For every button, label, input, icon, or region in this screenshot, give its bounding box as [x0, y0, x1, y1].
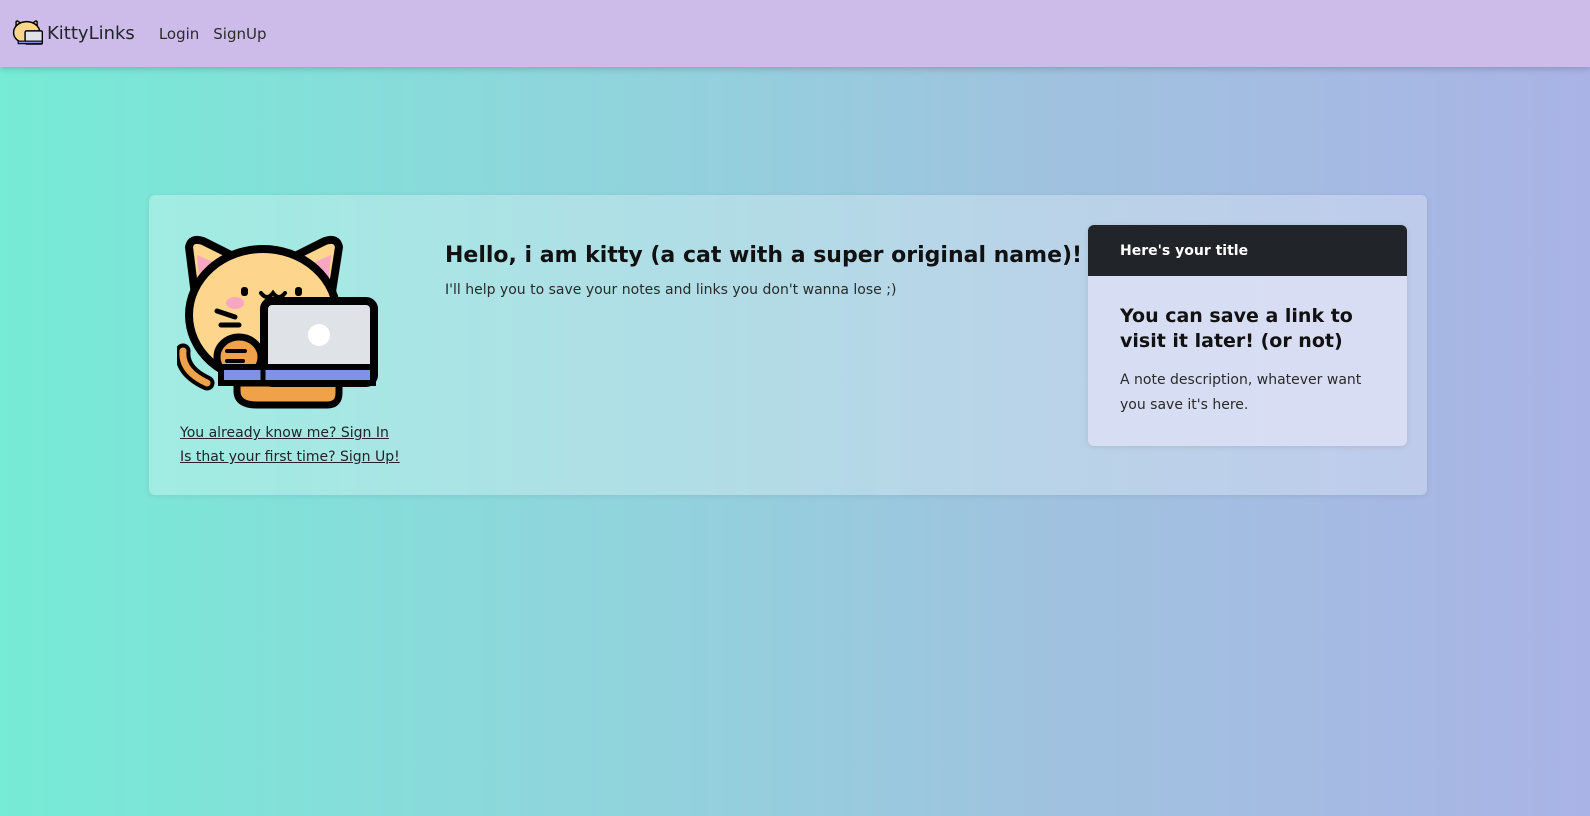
nav-signup-link[interactable]: SignUp [213, 25, 266, 43]
signin-link[interactable]: You already know me? Sign In [180, 421, 400, 445]
hero-subtitle: I'll help you to save your notes and lin… [445, 282, 897, 298]
intro-section: Hello, i am kitty (a cat with a super or… [445, 243, 1085, 298]
cat-laptop-illustration [177, 235, 378, 409]
hero-card: You already know me? Sign In Is that you… [149, 195, 1427, 495]
brand-name: KittyLinks [47, 23, 135, 44]
brand-link[interactable]: KittyLinks [11, 18, 135, 50]
note-card-header: Here's your title [1088, 225, 1407, 276]
note-card-description: A note description, whatever want you sa… [1120, 372, 1362, 413]
cat-laptop-icon [12, 19, 43, 45]
auth-links: You already know me? Sign In Is that you… [180, 421, 400, 469]
top-navbar: KittyLinks Login SignUp [0, 0, 1590, 67]
example-note-card: Here's your title You can save a link to… [1088, 225, 1407, 446]
hero-title: Hello, i am kitty (a cat with a super or… [445, 243, 1083, 268]
note-card-title: You can save a link to visit it later! (… [1120, 305, 1353, 352]
note-card-body: You can save a link to visit it later! (… [1088, 276, 1407, 418]
signup-link[interactable]: Is that your first time? Sign Up! [180, 445, 400, 469]
nav-login-link[interactable]: Login [159, 25, 199, 43]
